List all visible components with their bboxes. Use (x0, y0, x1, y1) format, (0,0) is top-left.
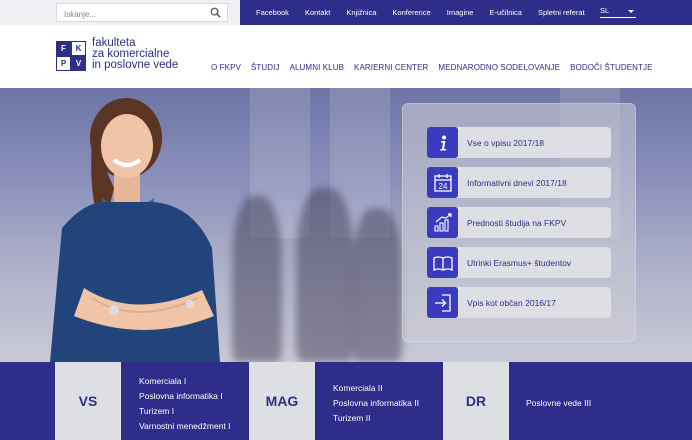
logo-mark[interactable]: F K P V (56, 41, 86, 71)
program-link[interactable]: Poslovna informatika I (139, 389, 231, 404)
quick-link-vpis[interactable]: Vse o vpisu 2017/18 (427, 127, 611, 158)
top-link-facebook[interactable]: Facebook (256, 8, 289, 17)
language-value: SL (600, 6, 610, 15)
top-link-imagine[interactable]: Imagine (447, 8, 474, 17)
chevron-down-icon (628, 10, 634, 13)
nav-item-alumni-klub[interactable]: ALUMNI KLUB (290, 63, 344, 72)
program-link[interactable]: Komerciala I (139, 374, 231, 389)
quick-link-prednosti-studija[interactable]: Prednosti študija na FKPV (427, 207, 611, 238)
logo-letter: P (56, 56, 71, 71)
nav-item-bodoci-studentje[interactable]: BODOČI ŠTUDENTJE (570, 63, 653, 72)
quick-link-informativni-dnevi[interactable]: 24 Informativni dnevi 2017/18 (427, 167, 611, 198)
quick-link-label: Informativni dnevi 2017/18 (467, 177, 567, 188)
top-link-knjiznica[interactable]: Knjižnica (346, 8, 376, 17)
program-link[interactable]: Poslovna informatika II (333, 396, 419, 411)
logo-line: in poslovne vede (92, 59, 179, 71)
top-link-e-ucilnica[interactable]: E-učilnica (489, 8, 522, 17)
program-list-dr: Poslovne vede III (526, 396, 591, 411)
program-link[interactable]: Turizem I (139, 404, 231, 419)
search-input[interactable] (57, 6, 197, 23)
quick-link-label: Utrinki Erasmus+ študentov (467, 257, 572, 268)
info-icon (427, 127, 458, 158)
top-links: Facebook Kontakt Knjižnica Konference Im… (248, 0, 593, 25)
program-code: DR (465, 393, 487, 409)
hero-background (352, 208, 402, 362)
calendar-day-text: 24 (438, 182, 447, 191)
program-link[interactable]: Varnostni menedžment I (139, 419, 231, 434)
logo-letter: V (71, 56, 86, 71)
main-nav: O FKPV ŠTUDIJ ALUMNI KLUB KARIERNI CENTE… (206, 63, 658, 72)
quick-link-label: Vpis kot občan 2016/17 (467, 297, 556, 308)
enter-icon (427, 287, 458, 318)
hero-background (296, 188, 354, 362)
quick-link-label: Prednosti študija na FKPV (467, 217, 567, 228)
quick-links-panel: Vse o vpisu 2017/18 24 Informativni dnev… (402, 103, 636, 342)
nav-item-studij[interactable]: ŠTUDIJ (251, 63, 280, 72)
nav-item-mednarodno-sodelovanje[interactable]: MEDNARODNO SODELOVANJE (438, 63, 560, 72)
quick-link-utrinki-erasmus[interactable]: Utrinki Erasmus+ študentov (427, 247, 611, 278)
book-icon (427, 247, 458, 278)
language-select[interactable]: SL (600, 6, 636, 18)
study-programs-bar: VS Komerciala I Poslovna informatika I T… (0, 362, 692, 440)
logo-letter: F (56, 41, 71, 56)
top-link-konference[interactable]: Konference (392, 8, 430, 17)
nav-item-o-fkpv[interactable]: O FKPV (211, 63, 241, 72)
program-card-mag[interactable]: MAG (249, 362, 315, 440)
program-code: MAG (265, 393, 299, 409)
search-icon[interactable] (210, 7, 221, 18)
logo-letter: K (71, 41, 86, 56)
growth-chart-icon (427, 207, 458, 238)
program-link[interactable]: Turizem II (333, 411, 419, 426)
program-code: VS (78, 393, 98, 409)
program-link[interactable]: Poslovne vede III (526, 396, 591, 411)
program-link[interactable]: Komerciala II (333, 381, 419, 396)
top-bar: Facebook Kontakt Knjižnica Konference Im… (0, 0, 692, 25)
logo-text[interactable]: fakulteta za komercialne in poslovne ved… (92, 37, 179, 71)
quick-link-vpis-obcan[interactable]: Vpis kot občan 2016/17 (427, 287, 611, 318)
search-area (0, 0, 240, 25)
hero-student-photo (50, 98, 220, 362)
program-list-mag: Komerciala II Poslovna informatika II Tu… (333, 381, 419, 426)
program-card-dr[interactable]: DR (443, 362, 509, 440)
nav-item-karierni-center[interactable]: KARIERNI CENTER (354, 63, 428, 72)
calendar-icon: 24 (427, 167, 458, 198)
program-list-vs: Komerciala I Poslovna informatika I Turi… (139, 374, 231, 434)
hero-background (232, 196, 282, 362)
search-box[interactable] (56, 3, 228, 23)
top-link-spletni-referat[interactable]: Spletni referat (538, 8, 585, 17)
top-link-kontakt[interactable]: Kontakt (305, 8, 330, 17)
hero-banner: Vse o vpisu 2017/18 24 Informativni dnev… (0, 88, 692, 362)
quick-link-label: Vse o vpisu 2017/18 (467, 137, 545, 148)
program-card-vs[interactable]: VS (55, 362, 121, 440)
site-header: F K P V fakulteta za komercialne in posl… (0, 25, 692, 88)
